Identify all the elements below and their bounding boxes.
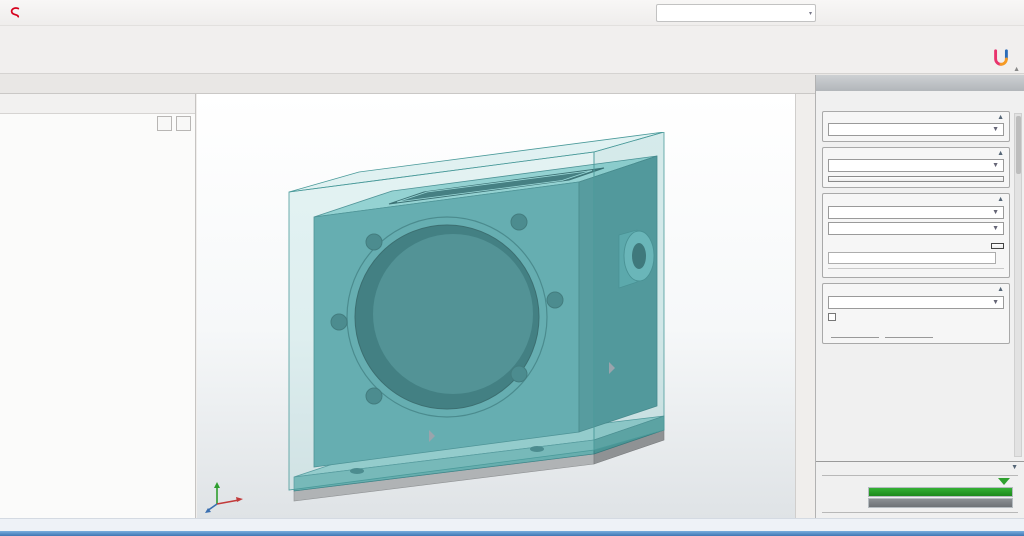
method-section: ▲ ▼ bbox=[822, 111, 1010, 142]
method-collapse-icon[interactable]: ▲ bbox=[997, 114, 1004, 121]
additional-y-input[interactable] bbox=[885, 327, 933, 338]
costing-task-pane: ▲ ▼ ▲ ▼ ▲ ▼ ▼ ▲ ▼ ▼ bbox=[815, 75, 1024, 518]
costing-panel-iconrow bbox=[816, 91, 1024, 109]
command-search: ▾ bbox=[656, 4, 816, 22]
bottom-accent-bar bbox=[0, 531, 1024, 536]
solidworks-logo bbox=[8, 6, 25, 20]
scrollbar-thumb[interactable] bbox=[1015, 116, 1021, 174]
nuovamacut-brand bbox=[992, 49, 1014, 67]
specific-size-checkbox[interactable] bbox=[828, 313, 836, 321]
manager-tab-strip bbox=[0, 94, 195, 114]
costing-feature-tree bbox=[0, 137, 195, 518]
costing-scrollbar[interactable] bbox=[1014, 113, 1022, 457]
chevron-down-icon: ▼ bbox=[992, 299, 999, 306]
decrease-arrow-icon bbox=[998, 478, 1010, 485]
material-cost-input[interactable] bbox=[828, 252, 996, 264]
search-input[interactable] bbox=[663, 8, 803, 18]
costing-history-button[interactable] bbox=[176, 115, 191, 131]
comparison-bars bbox=[822, 486, 1018, 509]
cost-estimate-section: ▼ bbox=[816, 461, 1024, 518]
titlebar: ▾ bbox=[0, 0, 1024, 26]
chevron-down-icon: ▼ bbox=[992, 126, 999, 133]
material-section: ▲ ▼ ▼ bbox=[822, 193, 1010, 278]
nuovamacut-logo-icon bbox=[994, 49, 1008, 66]
current-bar-fill bbox=[869, 488, 1012, 496]
launch-template-editor-button[interactable] bbox=[828, 176, 1004, 182]
costing-tree-toolbar bbox=[0, 114, 195, 132]
costing-panel-header bbox=[816, 75, 1024, 91]
solidworks-window: ▾ ▲ ▲ ▼ ▲ ▼ ▲ ▼ ▼ ▲ ▼ ▼ bbox=[0, 0, 1024, 536]
feature-manager-panel bbox=[0, 94, 196, 518]
chevron-down-icon: ▼ bbox=[992, 209, 999, 216]
previous-bar-track bbox=[868, 498, 1013, 508]
ribbon-collapse-icon[interactable]: ▲ bbox=[1013, 66, 1020, 73]
search-chevron-icon[interactable]: ▾ bbox=[809, 10, 812, 17]
material-name-dropdown[interactable]: ▼ bbox=[828, 222, 1004, 235]
previous-bar-fill bbox=[869, 499, 1012, 507]
template-section: ▲ ▼ bbox=[822, 147, 1010, 188]
solidworks-logo-icon bbox=[10, 6, 20, 18]
method-dropdown[interactable]: ▼ bbox=[828, 123, 1004, 136]
chevron-down-icon: ▼ bbox=[992, 162, 999, 169]
estimated-cost-value bbox=[822, 471, 1018, 476]
template-collapse-icon[interactable]: ▲ bbox=[997, 150, 1004, 157]
estimate-collapse-icon[interactable]: ▼ bbox=[1011, 464, 1018, 471]
graphics-viewport[interactable] bbox=[197, 94, 795, 518]
set-material-button[interactable] bbox=[991, 243, 1004, 249]
chevron-down-icon: ▼ bbox=[992, 225, 999, 232]
breakdown-title bbox=[822, 512, 1018, 515]
housing-part-model[interactable] bbox=[279, 132, 719, 518]
update-costing-button[interactable] bbox=[157, 115, 172, 131]
stock-body-section: ▲ ▼ bbox=[822, 283, 1010, 344]
stock-type-dropdown[interactable]: ▼ bbox=[828, 296, 1004, 309]
stock-preview-box bbox=[288, 132, 665, 491]
current-bar-track bbox=[868, 487, 1013, 497]
pin-menu-icon[interactable] bbox=[45, 7, 57, 19]
task-pane-strip bbox=[795, 94, 815, 518]
material-collapse-icon[interactable]: ▲ bbox=[997, 196, 1004, 203]
template-dropdown[interactable]: ▼ bbox=[828, 159, 1004, 172]
origin-triad-icon bbox=[205, 482, 243, 513]
ribbon-toolbar bbox=[0, 26, 1024, 74]
stock-collapse-icon[interactable]: ▲ bbox=[997, 286, 1004, 293]
material-class-dropdown[interactable]: ▼ bbox=[828, 206, 1004, 219]
material-weight bbox=[828, 268, 1004, 272]
status-bar bbox=[0, 518, 1024, 531]
costing-panel-body: ▲ ▼ ▲ ▼ ▲ ▼ ▼ ▲ ▼ bbox=[816, 109, 1024, 461]
additional-x-input[interactable] bbox=[831, 327, 879, 338]
